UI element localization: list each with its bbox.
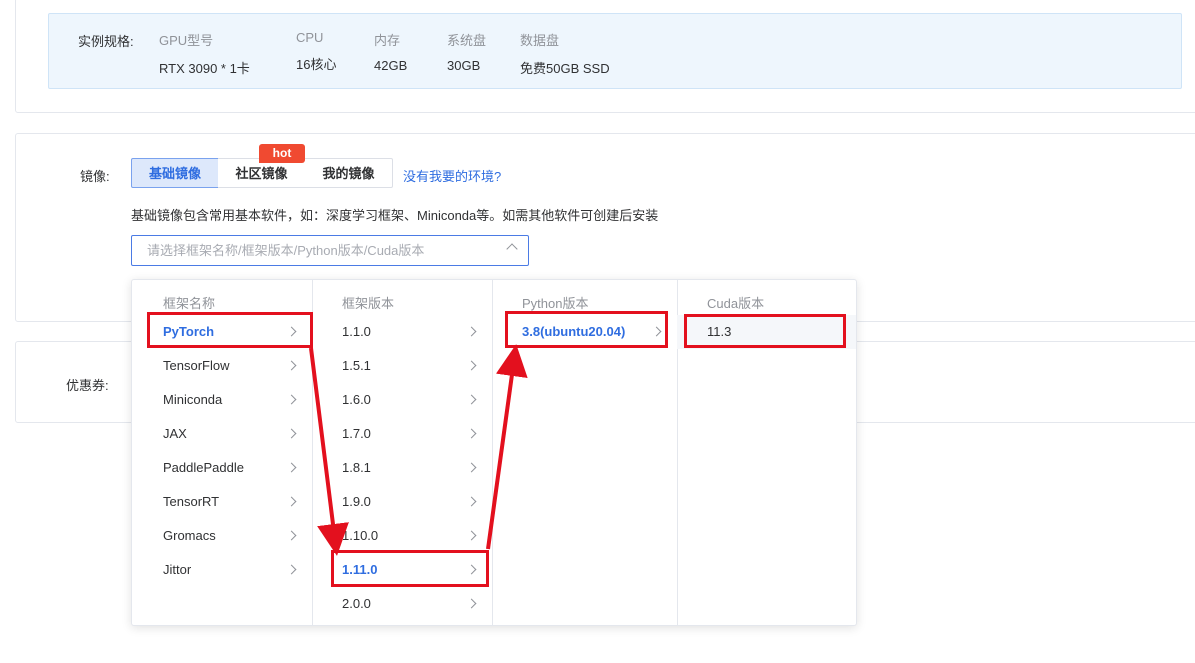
option-label: PyTorch (163, 324, 215, 339)
chevron-right-icon (466, 530, 477, 541)
chevron-right-icon (466, 564, 477, 575)
option-label: 1.5.1 (342, 358, 371, 373)
version-option[interactable]: 1.9.0 (312, 485, 492, 519)
python-column-header: Python版本 (522, 296, 589, 311)
chevron-right-icon (466, 496, 477, 507)
framework-option[interactable]: PyTorch (132, 315, 312, 349)
option-label: JAX (163, 426, 187, 441)
spec-label: 实例规格: (78, 34, 134, 49)
framework-option[interactable]: PaddlePaddle (132, 451, 312, 485)
option-label: PaddlePaddle (163, 460, 244, 475)
version-option[interactable]: 1.5.1 (312, 349, 492, 383)
version-column-header: 框架版本 (342, 296, 395, 311)
image-description: 基础镜像包含常用基本软件，如：深度学习框架、Miniconda等。如需其他软件可… (131, 208, 659, 223)
chevron-right-icon (286, 428, 297, 439)
version-option[interactable]: 1.7.0 (312, 417, 492, 451)
spec-system-disk-value: 30GB (447, 58, 481, 73)
spec-cpu-header: CPU (296, 30, 324, 45)
option-label: Gromacs (163, 528, 216, 543)
cuda-column: Cuda版本 11.3 (677, 280, 856, 625)
chevron-right-icon (466, 598, 477, 609)
option-label: TensorFlow (163, 358, 230, 373)
chevron-right-icon (286, 394, 297, 405)
chevron-right-icon (286, 326, 297, 337)
chevron-right-icon (286, 360, 297, 371)
spec-data-disk-value: 免费50GB SSD (520, 61, 610, 76)
option-label: Jittor (163, 562, 192, 577)
version-option[interactable]: 1.8.1 (312, 451, 492, 485)
missing-environment-link[interactable]: 没有我要的环境? (403, 166, 501, 185)
option-label: 1.10.0 (342, 528, 379, 543)
version-column: 框架版本 1.1.0 1.5.1 1.6.0 1.7.0 1.8.1 1.9.0… (312, 280, 493, 625)
chevron-up-icon (506, 243, 518, 255)
framework-option[interactable]: Gromacs (132, 519, 312, 553)
tab-my-image[interactable]: 我的镜像 (305, 158, 393, 188)
version-option[interactable]: 1.6.0 (312, 383, 492, 417)
chevron-right-icon (466, 428, 477, 439)
framework-option[interactable]: Jittor (132, 553, 312, 587)
chevron-right-icon (466, 394, 477, 405)
option-label: 1.1.0 (342, 324, 371, 339)
hot-badge: hot (259, 144, 305, 163)
option-label: TensorRT (163, 494, 220, 509)
chevron-right-icon (651, 326, 662, 337)
framework-option[interactable]: TensorRT (132, 485, 312, 519)
option-label: 1.6.0 (342, 392, 371, 407)
spec-gpu: GPU型号 RTX 3090 * 1卡 (159, 30, 250, 77)
chevron-right-icon (466, 326, 477, 337)
framework-column: 框架名称 PyTorch TensorFlow Miniconda JAX Pa… (132, 280, 313, 625)
chevron-right-icon (466, 360, 477, 371)
spec-data-disk-header: 数据盘 (520, 33, 560, 48)
cuda-column-header: Cuda版本 (707, 296, 765, 311)
python-column: Python版本 3.8(ubuntu20.04) (492, 280, 678, 625)
tab-basic-image[interactable]: 基础镜像 (131, 158, 219, 188)
chevron-right-icon (466, 462, 477, 473)
option-label: 1.9.0 (342, 494, 371, 509)
spec-data-disk: 数据盘 免费50GB SSD (520, 30, 610, 77)
version-option[interactable]: 1.1.0 (312, 315, 492, 349)
version-option[interactable]: 1.11.0 (312, 553, 492, 587)
image-label: 镜像: (80, 169, 110, 184)
coupon-label: 优惠券: (66, 378, 109, 393)
cascader-dropdown: 框架名称 PyTorch TensorFlow Miniconda JAX Pa… (131, 279, 857, 626)
chevron-right-icon (286, 496, 297, 507)
version-option[interactable]: 2.0.0 (312, 587, 492, 621)
spec-system-disk-header: 系统盘 (447, 33, 487, 48)
spec-cpu-value: 16核心 (296, 57, 337, 72)
spec-cpu: CPU 16核心 (296, 30, 336, 73)
spec-gpu-value: RTX 3090 * 1卡 (159, 61, 250, 76)
image-cascader-select[interactable]: 请选择框架名称/框架版本/Python版本/Cuda版本 (131, 235, 529, 266)
instance-spec-box: 实例规格: GPU型号 RTX 3090 * 1卡 CPU 16核心 内存 42… (48, 13, 1182, 89)
cuda-option[interactable]: 11.3 (677, 315, 856, 349)
option-label: 1.8.1 (342, 460, 371, 475)
spec-memory: 内存 42GB (374, 30, 407, 73)
framework-column-header: 框架名称 (163, 296, 216, 311)
option-label: 1.11.0 (342, 562, 378, 577)
option-label: 11.3 (707, 324, 732, 339)
spec-memory-header: 内存 (374, 33, 401, 48)
option-label: Miniconda (163, 392, 223, 407)
option-label: 2.0.0 (342, 596, 371, 611)
option-label: 3.8(ubuntu20.04) (522, 324, 626, 339)
framework-option[interactable]: TensorFlow (132, 349, 312, 383)
spec-system-disk: 系统盘 30GB (447, 30, 486, 73)
framework-option[interactable]: JAX (132, 417, 312, 451)
framework-option[interactable]: Miniconda (132, 383, 312, 417)
chevron-right-icon (286, 564, 297, 575)
select-placeholder: 请选择框架名称/框架版本/Python版本/Cuda版本 (147, 243, 425, 258)
option-label: 1.7.0 (342, 426, 371, 441)
python-option[interactable]: 3.8(ubuntu20.04) (492, 315, 677, 349)
version-option[interactable]: 1.10.0 (312, 519, 492, 553)
spec-gpu-header: GPU型号 (159, 33, 214, 48)
chevron-right-icon (286, 462, 297, 473)
chevron-right-icon (286, 530, 297, 541)
spec-memory-value: 42GB (374, 58, 408, 73)
